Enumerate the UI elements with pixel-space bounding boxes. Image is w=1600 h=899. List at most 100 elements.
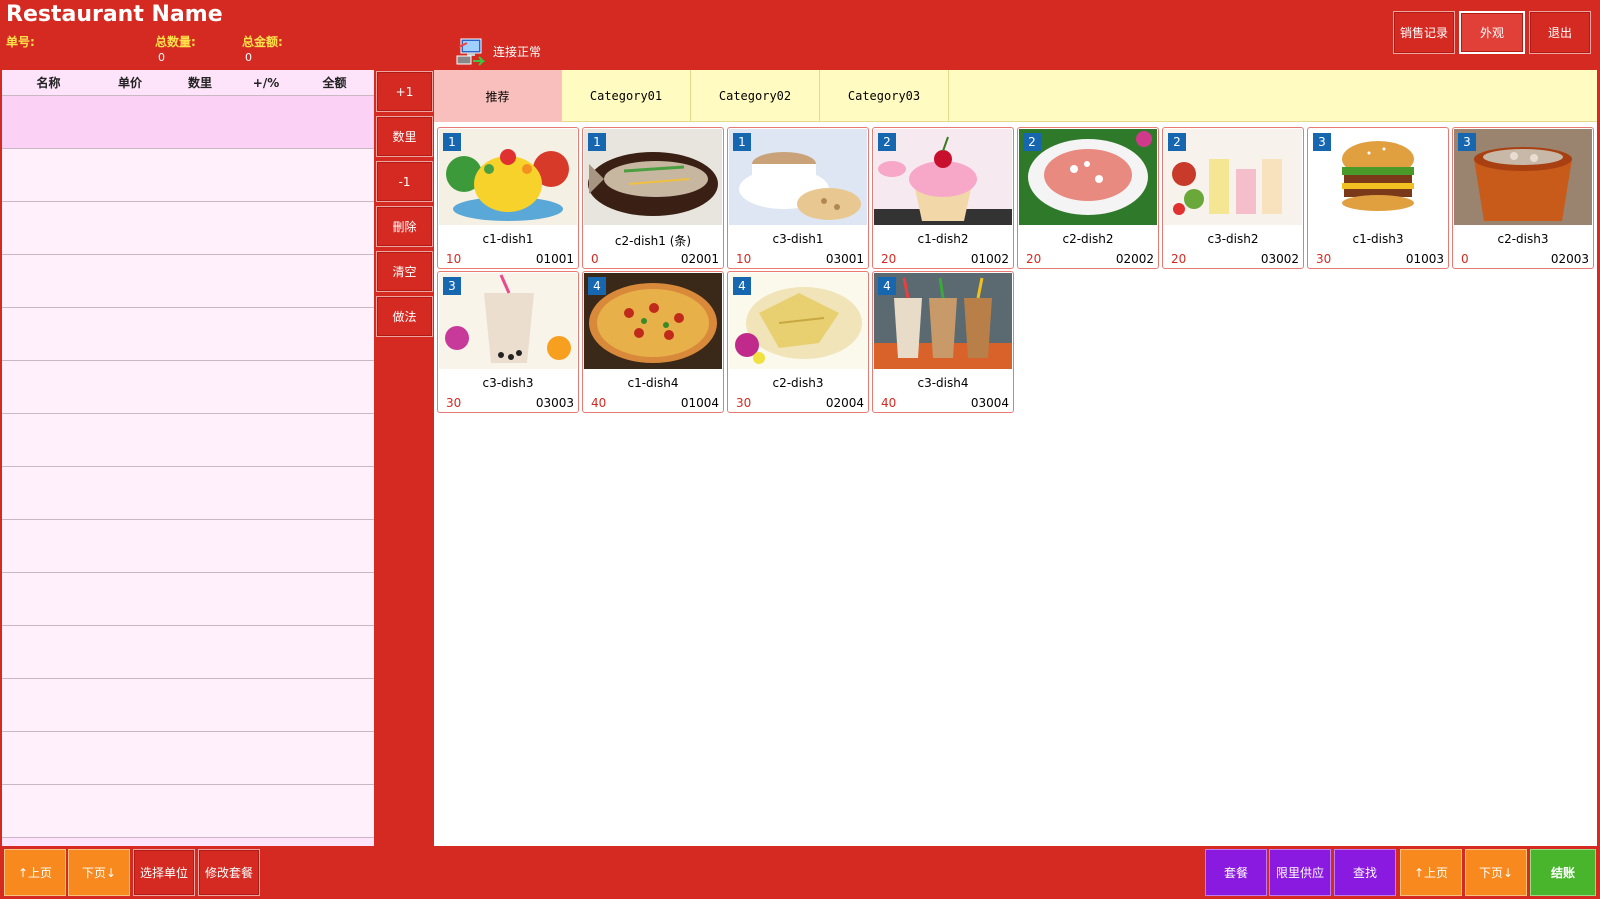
dish-name: c1-dish3	[1352, 232, 1404, 246]
dish-badge: 1	[443, 133, 461, 151]
delete-button[interactable]: 刪除	[376, 206, 433, 247]
order-row[interactable]	[2, 467, 374, 520]
modify-set-meal-button[interactable]: 修改套餐	[198, 849, 260, 896]
dish-card[interactable]: 2 c1-dish2 20 01002	[872, 127, 1014, 269]
order-table-header: 名称 单价 数里 +/% 全额	[2, 70, 374, 96]
order-row[interactable]	[2, 149, 374, 202]
dish-badge: 3	[1458, 133, 1476, 151]
dish-badge: 3	[1313, 133, 1331, 151]
dish-price: 40	[881, 396, 897, 410]
column-quantity: 数里	[187, 76, 212, 90]
dish-code: 02004	[825, 396, 864, 410]
restaurant-name: Restaurant Name	[6, 2, 223, 27]
order-number-label: 单号:	[6, 35, 35, 49]
quantity-button[interactable]: 数里	[376, 116, 433, 157]
dish-name: c3-dish1	[772, 232, 824, 246]
order-row[interactable]	[2, 255, 374, 308]
dish-price: 10	[736, 252, 752, 266]
dish-card[interactable]: 2 c3-dish2 20 03002	[1162, 127, 1304, 269]
dish-code: 02001	[680, 252, 719, 266]
appearance-button[interactable]: 外观	[1459, 11, 1525, 54]
dish-badge: 2	[1023, 133, 1041, 151]
connection-status: 连接正常	[455, 37, 542, 66]
tab-category02[interactable]: Category02	[691, 70, 820, 122]
dish-code: 03001	[825, 252, 864, 266]
dish-card[interactable]: 1 c2-dish1 (条) 0 02001	[582, 127, 724, 269]
checkout-button[interactable]: 结账	[1530, 849, 1596, 896]
column-adjust: +/%	[252, 75, 280, 90]
dish-card[interactable]: 1 c1-dish1 10 01001	[437, 127, 579, 269]
tab-recommended[interactable]: 推荐	[434, 70, 562, 122]
dish-card[interactable]: 4 c1-dish4 40 01004	[582, 271, 724, 413]
order-row[interactable]	[2, 573, 374, 626]
order-prev-page-button[interactable]: ↑上页	[4, 849, 66, 896]
dish-price: 40	[591, 396, 607, 410]
dish-card[interactable]: 3 c3-dish3 30 03003	[437, 271, 579, 413]
order-row[interactable]	[2, 732, 374, 785]
dish-card[interactable]: 4 c3-dish4 40 03004	[872, 271, 1014, 413]
set-meal-button[interactable]: 套餐	[1205, 849, 1267, 896]
menu-area: 推荐 Category01 Category02 Category03 1 c1…	[434, 70, 1597, 846]
dish-name: c3-dish3	[482, 376, 534, 390]
dish-badge: 2	[1168, 133, 1186, 151]
dish-badge: 4	[733, 277, 751, 295]
order-next-page-button[interactable]: 下页↓	[68, 849, 130, 896]
order-row[interactable]	[2, 679, 374, 732]
connection-status-text: 连接正常	[493, 44, 542, 59]
dish-badge: 4	[878, 277, 896, 295]
clear-button[interactable]: 清空	[376, 251, 433, 292]
dish-badge: 3	[443, 277, 461, 295]
order-row[interactable]	[2, 626, 374, 679]
select-unit-button[interactable]: 选择单位	[133, 849, 195, 896]
order-row[interactable]	[2, 785, 374, 838]
tab-category01[interactable]: Category01	[562, 70, 691, 122]
dish-name: c2-dish3	[772, 376, 824, 390]
dish-card[interactable]: 2 c2-dish2 20 02002	[1017, 127, 1159, 269]
dish-name: c1-dish1	[482, 232, 534, 246]
network-computer-icon	[455, 37, 487, 66]
preparation-button[interactable]: 做法	[376, 296, 433, 337]
dish-price: 30	[1316, 252, 1332, 266]
menu-prev-page-button[interactable]: ↑上页	[1400, 849, 1462, 896]
sales-record-button[interactable]: 销售记录	[1393, 11, 1455, 54]
column-name: 名称	[36, 76, 61, 90]
menu-next-page-button[interactable]: 下页↓	[1465, 849, 1527, 896]
dish-badge: 1	[733, 133, 751, 151]
dish-badge: 4	[588, 277, 606, 295]
total-amount-value: 0	[245, 51, 252, 64]
order-list-panel: 名称 单价 数里 +/% 全额	[2, 70, 374, 846]
dish-code: 03002	[1260, 252, 1299, 266]
dish-badge: 1	[588, 133, 606, 151]
order-row[interactable]	[2, 361, 374, 414]
search-button[interactable]: 查找	[1334, 849, 1396, 896]
dish-card[interactable]: 1 c3-dish1 10 03001	[727, 127, 869, 269]
dish-card[interactable]: 4 c2-dish3 30 02004	[727, 271, 869, 413]
dish-card[interactable]: 3 c1-dish3 30 01003	[1307, 127, 1449, 269]
dish-code: 02002	[1115, 252, 1154, 266]
plus-one-button[interactable]: +1	[376, 71, 433, 112]
dish-price: 10	[446, 252, 462, 266]
order-row[interactable]	[2, 202, 374, 255]
tab-category03[interactable]: Category03	[820, 70, 949, 122]
dish-price: 30	[736, 396, 752, 410]
dish-card[interactable]: 3 c2-dish3 0 02003	[1452, 127, 1594, 269]
order-row[interactable]	[2, 96, 374, 149]
order-row[interactable]	[2, 520, 374, 573]
minus-one-button[interactable]: -1	[376, 161, 433, 202]
column-unit-price: 单价	[117, 76, 142, 90]
dish-name: c1-dish2	[917, 232, 969, 246]
dish-name: c1-dish4	[627, 376, 679, 390]
order-row[interactable]	[2, 308, 374, 361]
dish-code: 02003	[1550, 252, 1589, 266]
order-row[interactable]	[2, 414, 374, 467]
dish-price: 20	[881, 252, 897, 266]
dish-price: 30	[446, 396, 462, 410]
dish-name: c3-dish2	[1207, 232, 1259, 246]
total-amount-label: 总金额:	[242, 35, 283, 49]
column-amount: 全额	[322, 76, 347, 90]
exit-button[interactable]: 退出	[1529, 11, 1591, 54]
dish-price: 0	[591, 252, 599, 266]
dish-name: c2-dish1 (条)	[614, 234, 692, 248]
dish-code: 01002	[970, 252, 1009, 266]
limited-supply-button[interactable]: 限里供应	[1269, 849, 1331, 896]
